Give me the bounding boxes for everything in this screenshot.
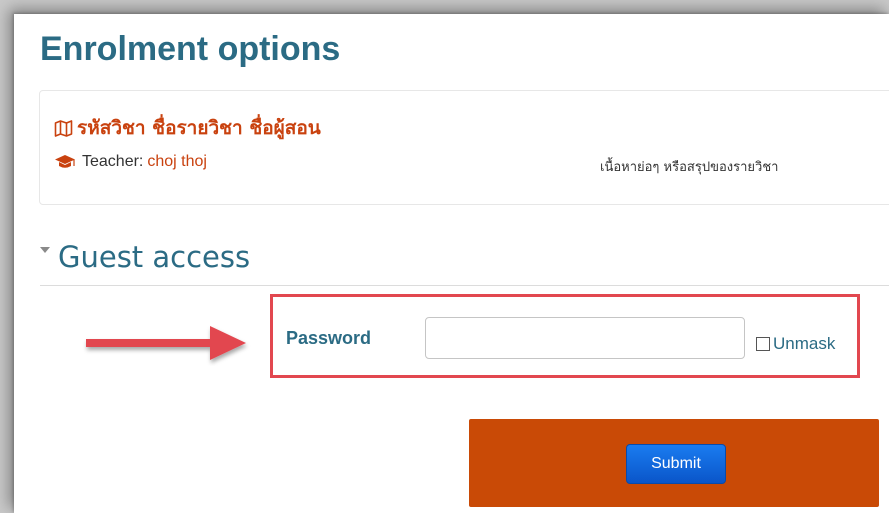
section-title: Guest access	[58, 240, 251, 274]
arrow-right-icon	[86, 326, 246, 360]
section-divider	[40, 285, 889, 286]
course-box: รหัสวิชา ชื่อรายวิชา ชื่อผู้สอน Teacher:…	[39, 90, 889, 205]
submit-button[interactable]: Submit	[626, 444, 726, 484]
course-name-link[interactable]: รหัสวิชา ชื่อรายวิชา ชื่อผู้สอน	[54, 113, 321, 143]
submit-highlight-panel: Submit	[469, 419, 879, 507]
unmask-checkbox[interactable]: Unmask	[756, 334, 835, 354]
course-name-label: รหัสวิชา ชื่อรายวิชา ชื่อผู้สอน	[77, 117, 321, 139]
password-input[interactable]	[425, 317, 745, 359]
map-icon	[54, 119, 73, 138]
teacher-label: Teacher:	[82, 153, 144, 170]
unmask-label: Unmask	[773, 334, 836, 353]
password-label: Password	[286, 328, 372, 348]
teacher-name-link[interactable]: choj thoj	[147, 153, 207, 171]
teacher-row: Teacher: choj thoj	[54, 153, 207, 171]
checkbox-icon	[756, 337, 770, 351]
course-summary: เนื้อหาย่อๆ หรือสรุปของรายวิชา	[600, 160, 779, 175]
guest-access-toggle[interactable]: Guest access	[40, 240, 250, 274]
caret-down-icon	[40, 247, 50, 253]
page-frame: Enrolment options รหัสวิชา ชื่อรายวิชา ช…	[14, 14, 889, 513]
page-title: Enrolment options	[40, 30, 341, 68]
graduation-cap-icon	[54, 154, 76, 170]
